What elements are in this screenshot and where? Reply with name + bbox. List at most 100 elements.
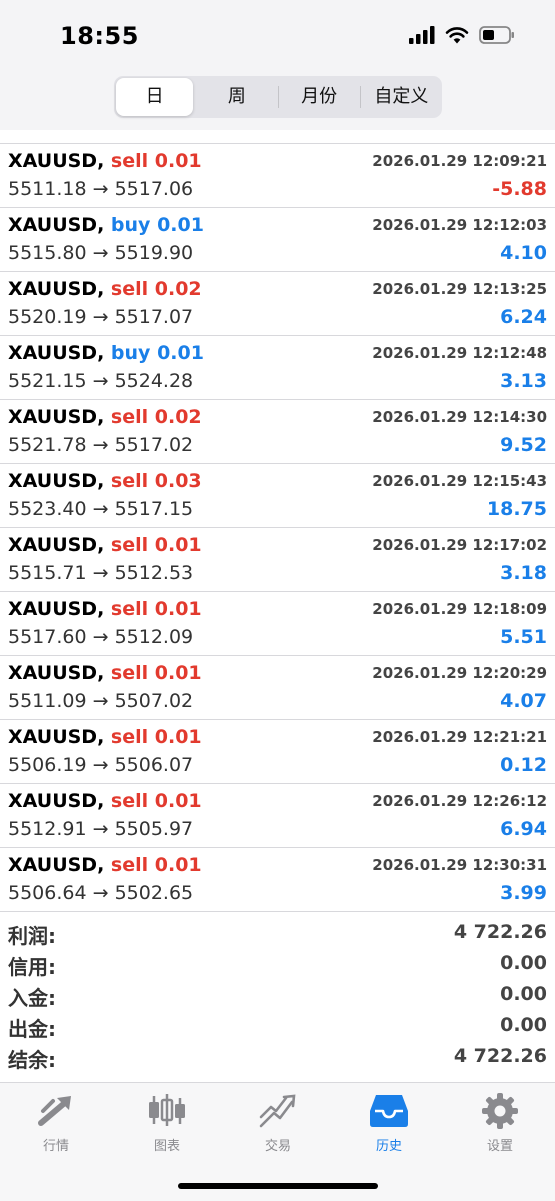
deal-symbol-name: XAUUSD,: [8, 406, 105, 428]
deal-profit: 3.18: [500, 562, 547, 584]
deal-profit: 6.94: [500, 818, 547, 840]
deal-symbol-name: XAUUSD,: [8, 790, 105, 812]
deal-prices: 5523.40 → 5517.15: [8, 498, 193, 520]
summary-value: 0.00: [500, 952, 547, 974]
segment-month[interactable]: 月份: [281, 78, 358, 116]
segment-day[interactable]: 日: [116, 78, 194, 116]
deal-row[interactable]: XAUUSD, sell 0.02 2026.01.29 12:14:30 5521…: [0, 400, 555, 464]
summary-row: 利润: 4 722.26: [0, 918, 555, 949]
deal-open-price: 5515.80: [8, 242, 87, 264]
deal-history-list[interactable]: XAUUSD, sell 0.01 2026.01.29 12:09:21 5511…: [0, 130, 555, 912]
deal-close-price: 5506.07: [114, 754, 194, 776]
deal-side: buy: [104, 214, 158, 236]
tab-label: 行情: [42, 1139, 69, 1154]
status-time: 18:55: [60, 22, 139, 50]
segment-custom[interactable]: 自定义: [363, 78, 440, 116]
arrow-right-icon: →: [86, 626, 115, 648]
summary-label: 入金:: [8, 986, 56, 1010]
deal-symbol: XAUUSD, sell 0.01: [8, 854, 202, 876]
deal-symbol: XAUUSD, sell 0.02: [8, 278, 202, 300]
arrow-right-icon: →: [86, 498, 115, 520]
deal-row[interactable]: XAUUSD, sell 0.03 2026.01.29 12:15:43 5523…: [0, 464, 555, 528]
deal-open-price: 5517.60: [8, 626, 87, 648]
arrow-right-icon: →: [86, 306, 115, 328]
arrow-right-icon: →: [86, 434, 115, 456]
wifi-icon: [445, 27, 469, 44]
deal-volume: 0.02: [154, 406, 202, 428]
deal-close-price: 5517.06: [114, 178, 194, 200]
deal-datetime: 2026.01.29 12:09:21: [372, 152, 547, 170]
deal-row[interactable]: XAUUSD, buy 0.01 2026.01.29 12:12:03 5515.…: [0, 208, 555, 272]
deal-volume: 0.01: [154, 854, 202, 876]
deal-prices: 5506.19 → 5506.07: [8, 754, 193, 776]
deal-volume: 0.02: [154, 278, 202, 300]
deal-row[interactable]: XAUUSD, sell 0.02 2026.01.29 12:13:25 5520…: [0, 272, 555, 336]
deal-profit: 3.99: [500, 882, 547, 904]
tab-label: 设置: [486, 1139, 513, 1154]
segment-week[interactable]: 周: [198, 78, 275, 116]
deal-row[interactable]: XAUUSD, sell 0.01 2026.01.29 12:21:21 5506…: [0, 720, 555, 784]
deal-symbol-name: XAUUSD,: [8, 534, 105, 556]
deal-row[interactable]: XAUUSD, sell 0.01 2026.01.29 12:17:02 5515…: [0, 528, 555, 592]
arrow-right-icon: →: [86, 562, 115, 584]
deal-row[interactable]: XAUUSD, buy 0.01 2026.01.29 12:12:48 5521.…: [0, 336, 555, 400]
deal-volume: 0.01: [154, 662, 202, 684]
deal-row[interactable]: XAUUSD, sell 0.01 2026.01.29 12:18:09 5517…: [0, 592, 555, 656]
period-segmented-control: 日 周 月份 自定义: [114, 76, 442, 118]
deal-datetime: 2026.01.29 12:21:21: [372, 728, 547, 746]
deal-open-price: 5523.40: [8, 498, 87, 520]
summary-label: 结余:: [8, 1048, 56, 1072]
deal-close-price: 5517.07: [114, 306, 194, 328]
summary-row: 结余: 4 722.26: [0, 1042, 555, 1073]
tab-history[interactable]: 历史: [339, 1091, 439, 1154]
deal-close-price: 5507.02: [114, 690, 194, 712]
deal-row[interactable]: XAUUSD, sell 0.01 2026.01.29 12:09:21 5511…: [0, 144, 555, 208]
summary-label: 出金:: [8, 1017, 56, 1041]
tab-settings[interactable]: 设置: [450, 1091, 550, 1154]
deal-open-price: 5515.71: [8, 562, 87, 584]
arrow-right-icon: →: [86, 818, 115, 840]
chart-icon: [117, 1091, 217, 1131]
summary-value: 0.00: [500, 983, 547, 1005]
deal-row[interactable]: XAUUSD, sell 0.01 2026.01.29 12:30:31 5506…: [0, 848, 555, 912]
deal-volume: 0.01: [157, 342, 204, 364]
deal-prices: 5517.60 → 5512.09: [8, 626, 193, 648]
deal-symbol: XAUUSD, buy 0.01: [8, 342, 204, 364]
deal-side: sell: [104, 470, 155, 492]
deal-close-price: 5517.02: [114, 434, 194, 456]
deal-open-price: 5506.64: [8, 882, 87, 904]
deal-datetime: 2026.01.29 12:26:12: [372, 792, 547, 810]
deal-datetime: 2026.01.29 12:20:29: [372, 664, 547, 682]
trade-icon: [228, 1091, 328, 1131]
deal-datetime: 2026.01.29 12:13:25: [372, 280, 547, 298]
deal-side: sell: [104, 662, 155, 684]
deal-profit: 9.52: [500, 434, 547, 456]
tab-trade[interactable]: 交易: [228, 1091, 328, 1154]
deal-open-price: 5511.09: [8, 690, 87, 712]
deal-datetime: 2026.01.29 12:30:31: [372, 856, 547, 874]
deal-symbol-name: XAUUSD,: [8, 150, 105, 172]
arrow-right-icon: →: [86, 882, 115, 904]
deal-close-price: 5512.53: [114, 562, 194, 584]
deal-row[interactable]: XAUUSD, sell 0.01 2026.01.29 12:20:29 5511…: [0, 656, 555, 720]
history-icon: [339, 1091, 439, 1131]
summary-row: 出金: 0.00: [0, 1011, 555, 1042]
deal-close-price: 5505.97: [114, 818, 194, 840]
settings-icon: [450, 1091, 550, 1131]
deal-datetime: 2026.01.29 12:15:43: [372, 472, 547, 490]
deal-side: sell: [104, 598, 155, 620]
tab-chart[interactable]: 图表: [117, 1091, 217, 1154]
summary-label: 利润:: [8, 924, 56, 948]
deal-symbol: XAUUSD, sell 0.01: [8, 598, 202, 620]
deal-row[interactable]: XAUUSD, sell 0.01 2026.01.29 12:26:12 5512…: [0, 784, 555, 848]
deal-datetime: 2026.01.29 12:14:30: [372, 408, 547, 426]
tab-quotes[interactable]: 行情: [6, 1091, 106, 1154]
cellular-signal-icon: [409, 26, 435, 44]
tab-label: 历史: [375, 1139, 402, 1154]
deal-datetime: 2026.01.29 12:17:02: [372, 536, 547, 554]
deal-profit: 4.07: [500, 690, 547, 712]
deal-symbol: XAUUSD, sell 0.03: [8, 470, 202, 492]
deal-close-price: 5517.15: [114, 498, 194, 520]
deal-symbol-name: XAUUSD,: [8, 598, 105, 620]
deal-side: sell: [104, 854, 155, 876]
